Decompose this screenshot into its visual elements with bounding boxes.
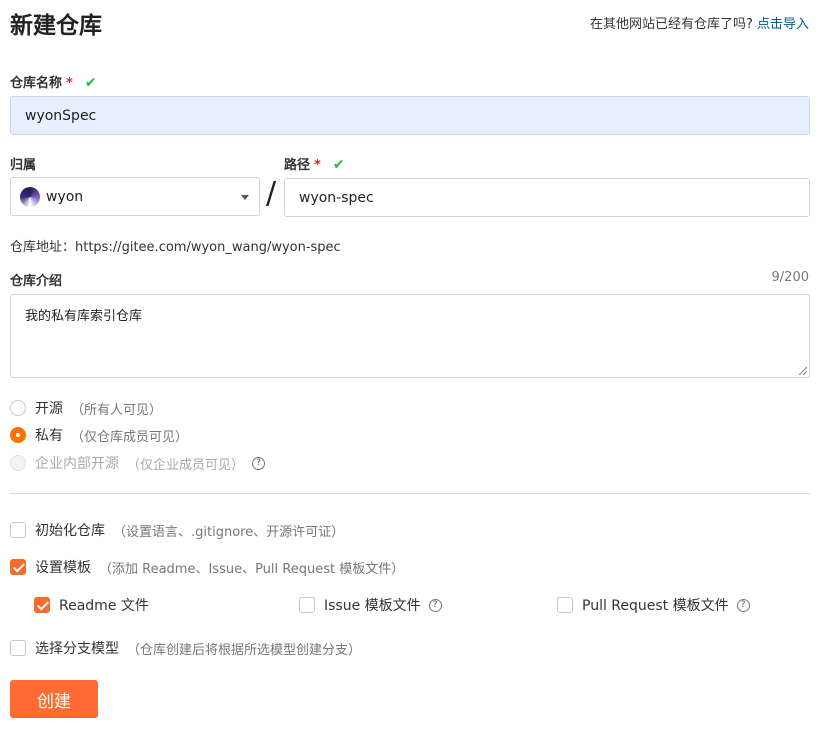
- path-label-text: 路径: [284, 158, 311, 173]
- checkbox[interactable]: [10, 640, 26, 656]
- branch-model-option[interactable]: 选择分支模型 （仓库创建后将根据所选模型创建分支）: [10, 638, 361, 658]
- description-textarea[interactable]: 我的私有库索引仓库: [10, 294, 810, 378]
- owner-value: wyon: [46, 188, 84, 205]
- radio-button[interactable]: [10, 427, 26, 443]
- repo-address: 仓库地址：https://gitee.com/wyon_wang/wyon-sp…: [10, 240, 341, 255]
- visibility-option-private[interactable]: 私有 （仅仓库成员可见）: [10, 425, 188, 445]
- owner-select[interactable]: wyon: [10, 177, 260, 216]
- visibility-hint: （仅仓库成员可见）: [71, 429, 189, 445]
- radio-button: [10, 455, 26, 471]
- checkbox[interactable]: [10, 559, 26, 575]
- divider: [10, 493, 810, 494]
- branch-model-hint: （仓库创建后将根据所选模型创建分支）: [127, 642, 362, 658]
- import-prompt: 在其他网站已经有仓库了吗? 点击导入: [590, 13, 809, 32]
- repo-name-label: 仓库名称 * ✔: [10, 72, 97, 91]
- visibility-label: 企业内部开源: [35, 456, 119, 472]
- radio-button[interactable]: [10, 400, 26, 416]
- required-mark: *: [66, 76, 73, 91]
- caret-down-icon: [241, 195, 249, 200]
- visibility-label: 私有: [35, 428, 63, 444]
- init-repo-label: 初始化仓库: [35, 523, 105, 539]
- templates-hint: （添加 Readme、Issue、Pull Request 模板文件）: [99, 561, 405, 577]
- template-issue-label: Issue 模板文件: [324, 598, 421, 614]
- path-input[interactable]: wyon-spec: [284, 178, 810, 217]
- checkbox[interactable]: [557, 597, 573, 613]
- template-pr-option[interactable]: Pull Request 模板文件 ?: [557, 595, 750, 615]
- repo-name-label-text: 仓库名称: [10, 76, 63, 91]
- description-label: 仓库介绍: [10, 274, 63, 289]
- page-title: 新建仓库: [10, 13, 102, 39]
- template-issue-option[interactable]: Issue 模板文件 ?: [299, 595, 442, 615]
- checkbox[interactable]: [10, 522, 26, 538]
- path-separator: /: [266, 176, 277, 211]
- visibility-option-enterprise: 企业内部开源 （仅企业成员可见） ?: [10, 453, 266, 473]
- template-readme-label: Readme 文件: [59, 598, 149, 614]
- description-value: 我的私有库索引仓库: [25, 309, 143, 324]
- check-icon: ✔: [332, 157, 345, 173]
- help-icon[interactable]: ?: [428, 598, 442, 612]
- avatar: [20, 186, 40, 207]
- help-icon[interactable]: ?: [252, 456, 266, 470]
- description-counter: 9/200: [771, 270, 809, 285]
- import-link[interactable]: 点击导入: [757, 17, 809, 32]
- repo-name-input[interactable]: wyonSpec: [10, 96, 810, 135]
- path-label: 路径 * ✔: [284, 154, 345, 173]
- resize-handle-icon[interactable]: [799, 367, 807, 375]
- visibility-hint: （仅企业成员可见）: [127, 457, 245, 473]
- visibility-label: 开源: [35, 401, 63, 417]
- path-value: wyon-spec: [299, 189, 374, 206]
- templates-label: 设置模板: [35, 560, 91, 576]
- visibility-option-public[interactable]: 开源 （所有人可见）: [10, 398, 162, 418]
- create-button[interactable]: 创建: [10, 680, 98, 718]
- help-icon[interactable]: ?: [736, 598, 750, 612]
- init-repo-hint: （设置语言、.gitignore、开源许可证）: [113, 524, 345, 540]
- template-readme-option[interactable]: Readme 文件: [34, 595, 149, 615]
- branch-model-label: 选择分支模型: [35, 641, 119, 657]
- init-repo-option[interactable]: 初始化仓库 （设置语言、.gitignore、开源许可证）: [10, 520, 344, 540]
- templates-option[interactable]: 设置模板 （添加 Readme、Issue、Pull Request 模板文件）: [10, 557, 404, 577]
- visibility-hint: （所有人可见）: [71, 402, 163, 418]
- required-mark: *: [314, 158, 321, 173]
- template-pr-label: Pull Request 模板文件: [582, 598, 729, 614]
- checkbox[interactable]: [299, 597, 315, 613]
- import-prompt-text: 在其他网站已经有仓库了吗?: [589, 17, 753, 32]
- check-icon: ✔: [84, 75, 97, 91]
- repo-name-value: wyonSpec: [25, 107, 97, 124]
- checkbox[interactable]: [34, 597, 50, 613]
- owner-label: 归属: [10, 158, 37, 173]
